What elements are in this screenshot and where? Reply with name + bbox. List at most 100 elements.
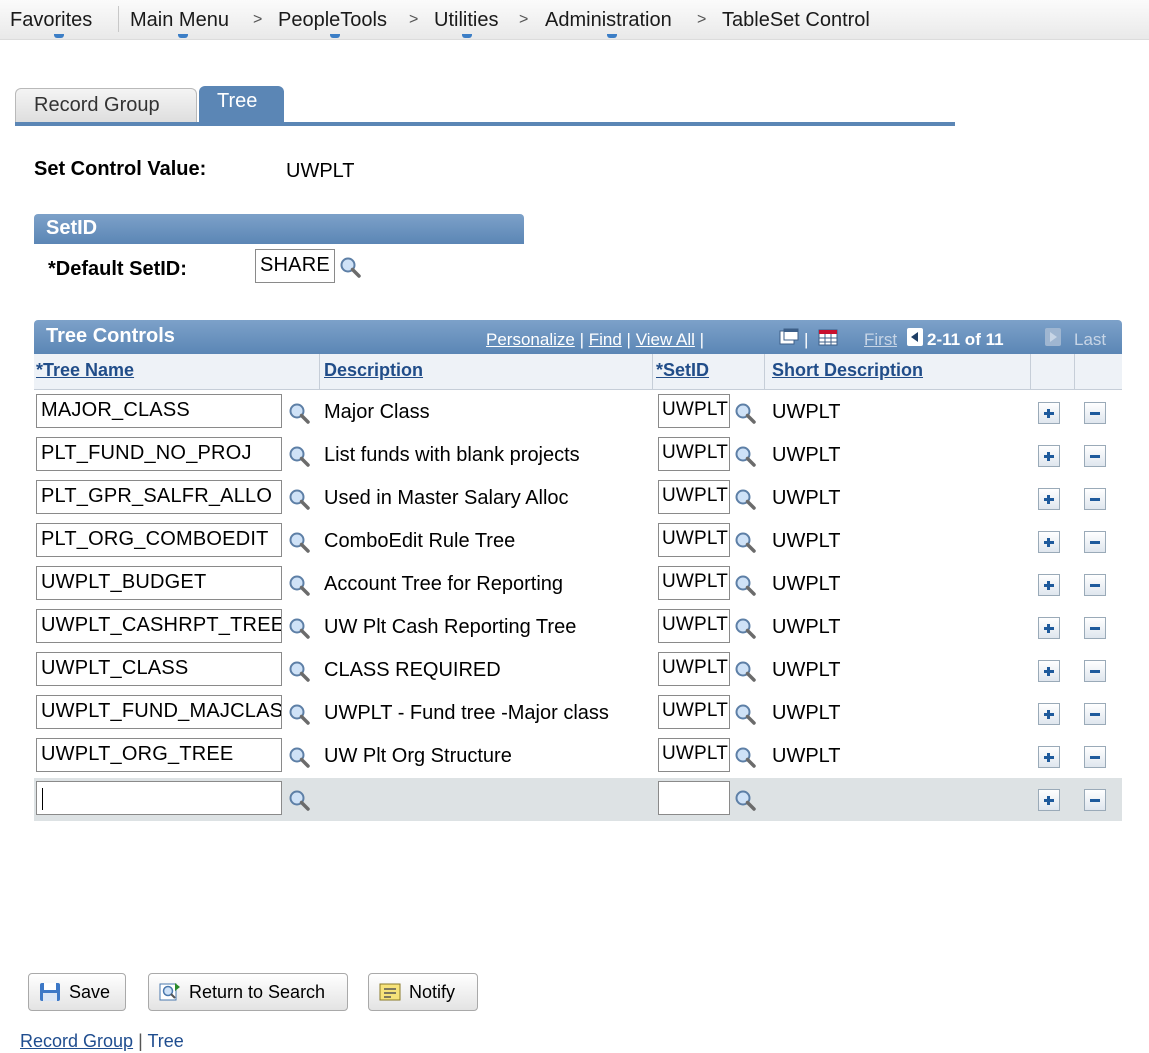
tree-name-input[interactable]: MAJOR_CLASS xyxy=(36,394,282,428)
column-header-setid[interactable]: *SetID xyxy=(656,360,709,381)
lookup-search-icon[interactable] xyxy=(287,788,311,812)
lookup-search-icon[interactable] xyxy=(338,255,362,279)
lookup-search-icon[interactable] xyxy=(287,616,311,640)
setid-input[interactable]: UWPLT xyxy=(658,609,730,643)
breadcrumb-peopletools[interactable]: PeopleTools xyxy=(278,9,387,38)
delete-row-button[interactable] xyxy=(1084,660,1106,682)
minus-icon xyxy=(1090,498,1100,501)
tree-name-input[interactable]: UWPLT_BUDGET xyxy=(36,566,282,600)
lookup-search-icon[interactable] xyxy=(287,487,311,511)
record-group-link[interactable]: Record Group xyxy=(20,1031,133,1051)
tree-name-input[interactable]: UWPLT_ORG_TREE xyxy=(36,738,282,772)
tree-name-input[interactable]: UWPLT_CLASS xyxy=(36,652,282,686)
lookup-search-icon[interactable] xyxy=(733,530,757,554)
delete-row-button[interactable] xyxy=(1084,746,1106,768)
breadcrumb-tableset-control[interactable]: TableSet Control xyxy=(722,9,870,32)
setid-input[interactable] xyxy=(658,781,730,815)
minus-icon xyxy=(1090,541,1100,544)
column-header-short-description[interactable]: Short Description xyxy=(772,360,923,381)
new-window-icon[interactable] xyxy=(779,328,799,346)
lookup-search-icon[interactable] xyxy=(733,616,757,640)
tree-name-input[interactable]: PLT_GPR_SALFR_ALLO xyxy=(36,480,282,514)
column-header-tree-name[interactable]: *Tree Name xyxy=(36,360,134,381)
view-all-link[interactable]: View All xyxy=(636,330,695,349)
breadcrumb-utilities[interactable]: Utilities xyxy=(434,9,498,38)
setid-input[interactable]: UWPLT xyxy=(658,566,730,600)
return-to-search-button[interactable]: Return to Search xyxy=(148,973,348,1011)
lookup-search-icon[interactable] xyxy=(733,745,757,769)
delete-row-button[interactable] xyxy=(1084,617,1106,639)
add-row-button[interactable] xyxy=(1038,488,1060,510)
add-row-button[interactable] xyxy=(1038,574,1060,596)
lookup-search-icon[interactable] xyxy=(733,444,757,468)
delete-row-button[interactable] xyxy=(1084,488,1106,510)
lookup-search-icon[interactable] xyxy=(287,702,311,726)
breadcrumb-administration[interactable]: Administration xyxy=(545,9,672,38)
add-row-button[interactable] xyxy=(1038,789,1060,811)
tab-record-group[interactable]: Record Group xyxy=(15,88,197,122)
link-separator: | xyxy=(804,330,809,349)
setid-input[interactable]: UWPLT xyxy=(658,437,730,471)
tree-name-input[interactable]: UWPLT_CASHRPT_TREE xyxy=(36,609,282,643)
lookup-search-icon[interactable] xyxy=(733,702,757,726)
chevron-down-icon xyxy=(607,34,617,38)
tab-tree[interactable]: Tree xyxy=(199,86,284,124)
set-control-value: UWPLT xyxy=(286,160,355,182)
lookup-search-icon[interactable] xyxy=(287,659,311,683)
main-menu[interactable]: Main Menu xyxy=(130,9,229,38)
delete-row-button[interactable] xyxy=(1084,402,1106,424)
tree-link: Tree xyxy=(147,1031,184,1051)
lookup-search-icon[interactable] xyxy=(733,487,757,511)
add-row-button[interactable] xyxy=(1038,531,1060,553)
minus-icon xyxy=(1090,627,1100,630)
notify-button[interactable]: Notify xyxy=(368,973,478,1011)
setid-input[interactable]: UWPLT xyxy=(658,738,730,772)
delete-row-button[interactable] xyxy=(1084,531,1106,553)
default-setid-input[interactable]: SHARE xyxy=(255,249,335,283)
previous-arrow-icon[interactable] xyxy=(907,328,923,346)
save-button[interactable]: Save xyxy=(28,973,126,1011)
delete-row-button[interactable] xyxy=(1084,445,1106,467)
lookup-search-icon[interactable] xyxy=(287,530,311,554)
lookup-search-icon[interactable] xyxy=(733,401,757,425)
add-row-button[interactable] xyxy=(1038,617,1060,639)
tree-name-input[interactable]: UWPLT_FUND_MAJCLAS xyxy=(36,695,282,729)
delete-row-button[interactable] xyxy=(1084,703,1106,725)
plus-icon-bar xyxy=(1047,796,1050,805)
lookup-search-icon[interactable] xyxy=(287,573,311,597)
add-row-button[interactable] xyxy=(1038,746,1060,768)
lookup-search-icon[interactable] xyxy=(287,444,311,468)
delete-row-button[interactable] xyxy=(1084,789,1106,811)
lookup-search-icon[interactable] xyxy=(733,659,757,683)
column-header-description[interactable]: Description xyxy=(324,360,423,381)
tree-name-input[interactable]: PLT_FUND_NO_PROJ xyxy=(36,437,282,471)
add-row-button[interactable] xyxy=(1038,703,1060,725)
setid-input[interactable]: UWPLT xyxy=(658,394,730,428)
add-row-button[interactable] xyxy=(1038,445,1060,467)
tree-name-input[interactable] xyxy=(36,781,282,815)
text-cursor xyxy=(42,788,43,810)
add-row-button[interactable] xyxy=(1038,402,1060,424)
plus-icon-bar xyxy=(1047,538,1050,547)
short-description: UWPLT xyxy=(772,444,841,466)
setid-input[interactable]: UWPLT xyxy=(658,523,730,557)
find-link[interactable]: Find xyxy=(589,330,622,349)
lookup-search-icon[interactable] xyxy=(287,401,311,425)
lookup-search-icon[interactable] xyxy=(287,745,311,769)
download-spreadsheet-icon[interactable] xyxy=(817,326,839,346)
setid-input[interactable]: UWPLT xyxy=(658,652,730,686)
table-row: PLT_FUND_NO_PROJ List funds with blank pr… xyxy=(34,434,1122,477)
setid-input[interactable]: UWPLT xyxy=(658,695,730,729)
favorites-menu[interactable]: Favorites xyxy=(10,9,92,38)
setid-input[interactable]: UWPLT xyxy=(658,480,730,514)
first-link[interactable]: First xyxy=(864,330,897,349)
return-to-search-label: Return to Search xyxy=(189,982,326,1002)
add-row-button[interactable] xyxy=(1038,660,1060,682)
tree-name-input[interactable]: PLT_ORG_COMBOEDIT xyxy=(36,523,282,557)
delete-row-button[interactable] xyxy=(1084,574,1106,596)
plus-icon-bar xyxy=(1047,753,1050,762)
short-description: UWPLT xyxy=(772,487,841,509)
personalize-link[interactable]: Personalize xyxy=(486,330,575,349)
lookup-search-icon[interactable] xyxy=(733,573,757,597)
lookup-search-icon[interactable] xyxy=(733,788,757,812)
